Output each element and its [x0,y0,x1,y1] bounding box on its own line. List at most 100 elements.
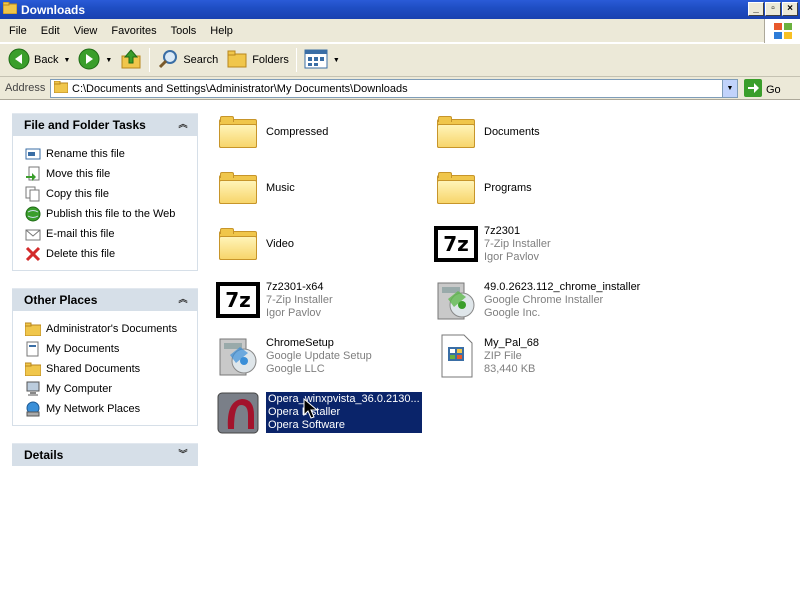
go-label: Go [766,83,781,96]
folder-icon [432,108,480,156]
file-company: Google LLC [266,362,325,375]
task-pane: File and Folder Tasks ︽ Rename this file… [0,100,208,600]
task-publish[interactable]: Publish this file to the Web [25,204,197,224]
back-button[interactable]: Back ▼ [4,46,74,74]
back-dropdown-icon[interactable]: ▼ [63,57,70,64]
task-label: Copy this file [46,188,109,200]
place-administrators-documents[interactable]: Administrator's Documents [25,319,197,339]
search-button[interactable]: Search [153,46,222,74]
file-folder-tasks-header[interactable]: File and Folder Tasks ︽ [12,113,198,136]
maximize-button[interactable]: ▫ [765,2,781,16]
menu-favorites[interactable]: Favorites [104,25,163,37]
file-item[interactable]: 49.0.2623.112_chrome_installer Google Ch… [432,276,640,324]
menu-tools[interactable]: Tools [164,25,204,37]
address-dropdown-icon[interactable]: ▼ [722,80,737,97]
views-button[interactable]: ▼ [300,46,344,74]
details-header[interactable]: Details ︾ [12,443,198,466]
toolbar: Back ▼ ▼ Search Folders ▼ [0,44,800,77]
file-item[interactable]: ChromeSetup Google Update Setup Google L… [214,332,372,380]
task-rename[interactable]: Rename this file [25,144,197,164]
task-label: Move this file [46,168,111,180]
folder-icon [214,108,262,156]
folder-icon [214,164,262,212]
folder-item[interactable]: Programs [432,164,532,212]
forward-button[interactable]: ▼ [74,46,116,74]
folder-icon [25,321,41,337]
close-button[interactable]: × [782,2,798,16]
file-company: Igor Pavlov [484,250,540,263]
go-button[interactable]: Go [744,79,781,100]
other-places-panel: Other Places ︽ Administrator's Documents… [12,288,198,426]
forward-arrow-icon [78,48,100,73]
file-folder-tasks-panel: File and Folder Tasks ︽ Rename this file… [12,113,198,271]
file-name: 7z2301 [484,224,521,237]
file-name: Opera_winxpvista_36.0.2130... [268,392,420,405]
menu-help[interactable]: Help [203,25,240,37]
task-copy[interactable]: Copy this file [25,184,197,204]
menu-edit[interactable]: Edit [34,25,67,37]
task-move[interactable]: Move this file [25,164,197,184]
copy-icon [25,186,41,202]
collapse-icon[interactable]: ︽ [176,117,190,131]
address-folder-icon [53,80,69,96]
menu-file[interactable]: File [2,25,34,37]
computer-icon [25,381,41,397]
address-input[interactable]: C:\Documents and Settings\Administrator\… [50,79,738,98]
file-description: Opera Installer [268,405,341,418]
zip-file-icon [432,332,480,380]
toolbar-separator [295,48,297,72]
task-email[interactable]: E-mail this file [25,224,197,244]
task-label: Rename this file [46,148,125,160]
menu-bar: File Edit View Favorites Tools Help [0,19,800,43]
minimize-button[interactable]: _ [748,2,764,16]
folder-icon [2,1,18,17]
folder-icon [214,220,262,268]
file-item[interactable]: 7z 7z2301 7-Zip Installer Igor Pavlov [432,220,551,268]
go-arrow-icon [744,79,762,100]
folder-item[interactable]: Video [214,220,294,268]
address-label: Address [5,82,46,94]
expand-icon[interactable]: ︾ [176,447,190,461]
menu-view[interactable]: View [67,25,105,37]
globe-icon [25,206,41,222]
search-label: Search [183,54,219,66]
panel-title: File and Folder Tasks [24,118,146,132]
other-places-header[interactable]: Other Places ︽ [12,288,198,311]
file-description: Google Chrome Installer [484,293,604,306]
folders-button[interactable]: Folders [222,46,293,74]
file-description: Google Update Setup [266,349,372,362]
7zip-icon: 7z [214,276,262,324]
folder-item[interactable]: Compressed [214,108,328,156]
views-dropdown-icon[interactable]: ▼ [333,57,340,64]
folder-item[interactable]: Documents [432,108,540,156]
details-panel: Details ︾ [12,443,198,466]
network-icon [25,401,41,417]
place-my-documents[interactable]: My Documents [25,339,197,359]
forward-dropdown-icon[interactable]: ▼ [105,57,112,64]
up-folder-button[interactable] [116,46,146,74]
file-company: Igor Pavlov [266,306,322,319]
place-label: Administrator's Documents [46,323,178,335]
back-label: Back [34,54,59,66]
folders-icon [226,48,248,73]
up-folder-icon [120,48,142,73]
installer-icon [214,332,262,380]
place-shared-documents[interactable]: Shared Documents [25,359,197,379]
task-delete[interactable]: Delete this file [25,244,197,264]
file-name: Programs [484,181,532,194]
task-label: E-mail this file [46,228,115,240]
address-bar: Address C:\Documents and Settings\Admini… [0,77,800,100]
search-icon [157,48,179,73]
views-icon [304,49,328,72]
address-path: C:\Documents and Settings\Administrator\… [72,82,408,95]
folder-item[interactable]: Music [214,164,295,212]
file-item[interactable]: 7z 7z2301-x64 7-Zip Installer Igor Pavlo… [214,276,333,324]
collapse-icon[interactable]: ︽ [176,292,190,306]
place-label: Shared Documents [46,363,141,375]
place-my-network-places[interactable]: My Network Places [25,399,197,419]
folders-label: Folders [252,54,289,66]
place-my-computer[interactable]: My Computer [25,379,197,399]
file-item[interactable]: My_Pal_68 ZIP File 83,440 KB [432,332,539,380]
task-label: Publish this file to the Web [46,208,176,220]
rename-icon [25,146,41,162]
